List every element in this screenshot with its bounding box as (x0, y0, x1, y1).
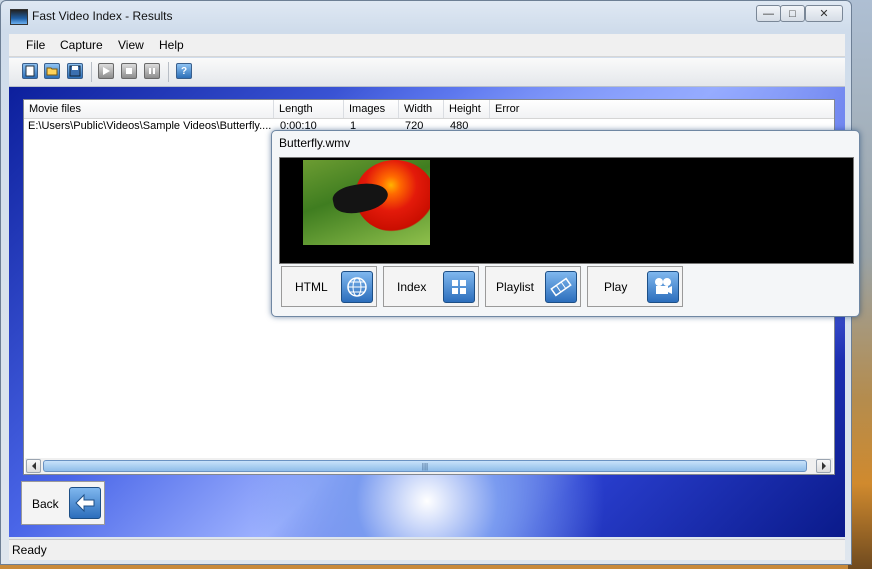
help-glyph: ? (180, 65, 188, 77)
index-label: Index (397, 280, 427, 294)
status-bar: Ready (9, 539, 845, 560)
menu-capture[interactable]: Capture (60, 38, 103, 52)
close-icon: ✕ (819, 8, 829, 20)
maximize-icon: □ (789, 7, 796, 20)
playlist-button[interactable]: Playlist (485, 266, 581, 307)
stop-icon[interactable] (121, 63, 137, 79)
window-title: Fast Video Index - Results (32, 9, 173, 23)
toolbar-separator (168, 62, 169, 82)
new-icon[interactable] (22, 63, 38, 79)
column-header-width[interactable]: Width (399, 100, 444, 118)
column-header-height[interactable]: Height (444, 100, 490, 118)
pause-icon[interactable] (144, 63, 160, 79)
projector-icon (647, 271, 679, 303)
status-text: Ready (12, 543, 47, 557)
cell-movie-file: E:\Users\Public\Videos\Sample Videos\But… (28, 120, 272, 132)
back-button[interactable]: Back (21, 481, 105, 525)
save-icon[interactable] (67, 63, 83, 79)
scroll-thumb[interactable]: ||| (43, 460, 807, 472)
column-header-length[interactable]: Length (274, 100, 344, 118)
column-header-error[interactable]: Error (490, 100, 834, 118)
maximize-button[interactable]: □ (780, 5, 805, 22)
play-label: Play (604, 280, 628, 294)
title-bar[interactable]: Fast Video Index - Results — □ ✕ (1, 1, 851, 31)
video-preview[interactable] (279, 157, 854, 264)
globe-icon (341, 271, 373, 303)
video-thumbnail (303, 160, 430, 245)
toolbar-separator (91, 62, 92, 82)
popup-title: Butterfly.wmv (279, 136, 351, 150)
minimize-icon: — (763, 7, 774, 20)
play-icon[interactable] (98, 63, 114, 79)
back-label: Back (32, 497, 59, 511)
horizontal-scrollbar[interactable]: ||| (25, 458, 833, 474)
app-icon (10, 9, 28, 25)
column-header-images[interactable]: Images (344, 100, 399, 118)
close-button[interactable]: ✕ (805, 5, 843, 22)
video-popup: Butterfly.wmv HTML Index Playlist Play (271, 130, 860, 317)
help-icon[interactable]: ? (176, 63, 192, 79)
column-header-movie-files[interactable]: Movie files (24, 100, 274, 118)
minimize-button[interactable]: — (756, 5, 781, 22)
film-strip-icon (545, 271, 577, 303)
html-label: HTML (295, 280, 328, 294)
menu-bar: File Capture View Help (9, 34, 845, 57)
play-button[interactable]: Play (587, 266, 683, 307)
menu-help[interactable]: Help (159, 38, 184, 52)
menu-view[interactable]: View (118, 38, 144, 52)
open-icon[interactable] (44, 63, 60, 79)
scroll-left-icon[interactable] (26, 459, 41, 473)
list-header: Movie files Length Images Width Height E… (24, 100, 834, 119)
menu-file[interactable]: File (26, 38, 45, 52)
back-arrow-icon (69, 487, 101, 519)
scroll-grip: ||| (421, 461, 429, 471)
scroll-right-icon[interactable] (816, 459, 831, 473)
html-button[interactable]: HTML (281, 266, 377, 307)
playlist-label: Playlist (496, 280, 535, 294)
grid-icon (443, 271, 475, 303)
toolbar: ? (9, 58, 845, 87)
index-button[interactable]: Index (383, 266, 479, 307)
